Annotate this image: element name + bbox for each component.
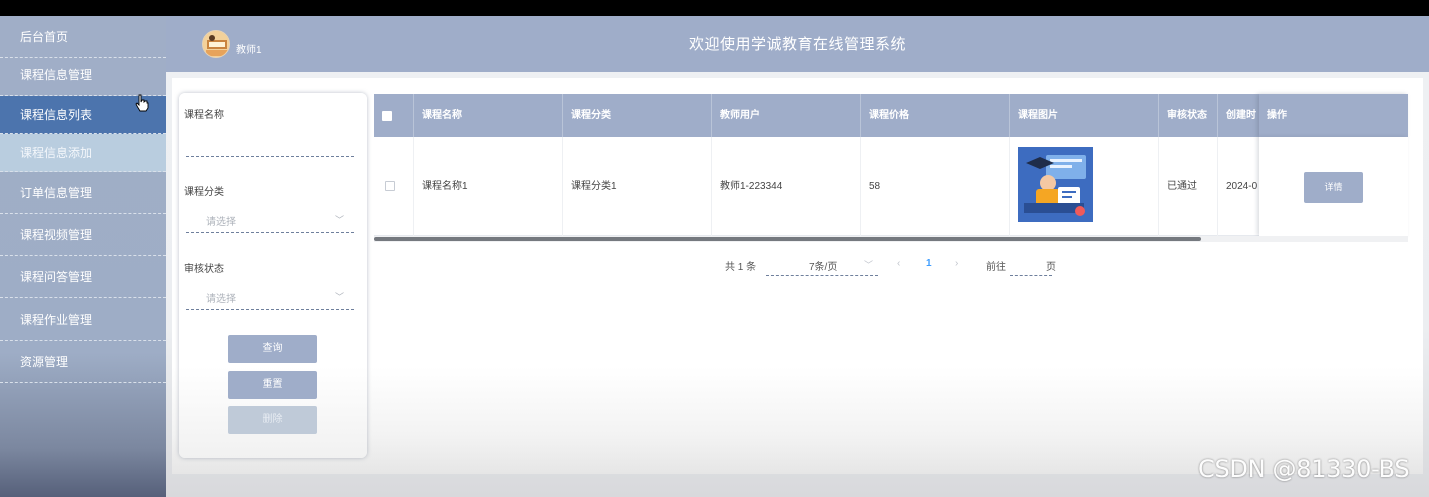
next-page-icon[interactable]: › [955, 258, 958, 269]
top-black-bar [0, 0, 1429, 16]
goto-underline [1010, 275, 1052, 276]
chevron-down-icon: ﹀ [335, 292, 345, 302]
cell-image [1010, 137, 1159, 236]
detail-button[interactable]: 详情 [1304, 172, 1363, 203]
status-placeholder: 请选择 [206, 294, 236, 305]
page-number-current[interactable]: 1 [926, 258, 932, 269]
sidebar-item-video-management[interactable]: 课程视频管理 [0, 214, 166, 256]
page-size-underline [766, 275, 878, 276]
chevron-down-icon: ﹀ [335, 215, 345, 225]
select-all-checkbox[interactable] [382, 111, 392, 121]
sidebar-item-order-management[interactable]: 订单信息管理 [0, 172, 166, 214]
table-row: 课程名称1 课程分类1 教师1-223344 58 已通过 2024-0 [374, 137, 1408, 236]
course-image[interactable] [1018, 147, 1093, 222]
sidebar-item-course-management[interactable]: 课程信息管理 [0, 54, 166, 96]
header: 教师1 欢迎使用学诚教育在线管理系统 [166, 16, 1429, 72]
column-header-category[interactable]: 课程分类 [563, 94, 712, 137]
sidebar-item-label: 后台首页 [20, 30, 69, 44]
category-placeholder: 请选择 [206, 217, 236, 228]
course-thumbnail-illustration [1018, 147, 1093, 222]
cell-action: 详情 [1259, 137, 1408, 236]
sidebar-item-label: 课程信息添加 [20, 146, 93, 160]
page-size-select[interactable]: 7条/页 ﹀ [766, 253, 878, 275]
table-header: 课程名称 课程分类 教师用户 课程价格 课程图片 审核状态 创建时 [374, 94, 1408, 137]
sidebar-item-course-add[interactable]: 课程信息添加 [0, 134, 166, 172]
sidebar-item-label: 课程作业管理 [20, 313, 93, 327]
status-underline [186, 309, 354, 310]
sidebar-item-label: 订单信息管理 [20, 186, 93, 200]
course-name-input[interactable] [186, 133, 354, 157]
sidebar: 后台首页 课程信息管理 课程信息列表 课程信息添加 订单信息管理 课程视频管理 … [0, 16, 166, 497]
cell-status: 已通过 [1159, 137, 1218, 236]
column-header-course-name[interactable]: 课程名称 [414, 94, 563, 137]
category-underline [186, 232, 354, 233]
sidebar-item-resource-management[interactable]: 资源管理 [0, 341, 166, 383]
goto-label: 前往 [986, 262, 1006, 273]
page-suffix: 页 [1046, 262, 1056, 273]
page-size-value: 7条/页 [809, 262, 838, 273]
cell-teacher: 教师1-223344 [712, 137, 861, 236]
select-all-cell [374, 94, 414, 137]
sidebar-item-label: 资源管理 [20, 355, 69, 369]
column-header-action: 操作 [1259, 94, 1408, 137]
cell-course-name: 课程名称1 [414, 137, 563, 236]
sidebar-item-home[interactable]: 后台首页 [0, 16, 166, 58]
hand-cursor-icon [135, 94, 149, 112]
category-label: 课程分类 [184, 187, 224, 198]
reset-button[interactable]: 重置 [228, 371, 317, 399]
site-title: 欢迎使用学诚教育在线管理系统 [688, 36, 906, 53]
sidebar-item-label: 课程视频管理 [20, 228, 93, 242]
row-select-cell [374, 137, 414, 236]
category-select[interactable]: 请选择 ﹀ [186, 206, 354, 232]
query-button[interactable]: 查询 [228, 335, 317, 363]
delete-button[interactable]: 删除 [228, 406, 317, 434]
cell-price: 58 [861, 137, 1010, 236]
chevron-down-icon: ﹀ [864, 260, 874, 270]
course-name-label: 课程名称 [184, 110, 224, 121]
sidebar-item-label: 课程信息管理 [20, 68, 93, 82]
status-select[interactable]: 请选择 ﹀ [186, 283, 354, 309]
scrollbar-thumb[interactable] [374, 237, 1201, 241]
csdn-watermark: CSDN @81330-BS [1198, 455, 1410, 483]
sidebar-item-qa-management[interactable]: 课程问答管理 [0, 256, 166, 298]
filter-panel: 课程名称 课程分类 请选择 ﹀ 审核状态 请选择 ﹀ 查询 重置 删除 [179, 93, 367, 458]
sidebar-item-label: 课程信息列表 [20, 108, 93, 122]
column-header-teacher[interactable]: 教师用户 [712, 94, 861, 137]
pagination-total: 共 1 条 [725, 262, 757, 273]
column-header-image[interactable]: 课程图片 [1010, 94, 1159, 137]
status-label: 审核状态 [184, 264, 224, 275]
course-name-underline [186, 156, 354, 157]
sidebar-item-label: 课程问答管理 [20, 270, 93, 284]
row-checkbox[interactable] [385, 181, 395, 191]
horizontal-scrollbar[interactable] [374, 236, 1408, 242]
prev-page-icon[interactable]: ‹ [897, 258, 900, 269]
column-header-status[interactable]: 审核状态 [1159, 94, 1218, 137]
sidebar-item-homework-management[interactable]: 课程作业管理 [0, 299, 166, 341]
cell-category: 课程分类1 [563, 137, 712, 236]
column-header-price[interactable]: 课程价格 [861, 94, 1010, 137]
